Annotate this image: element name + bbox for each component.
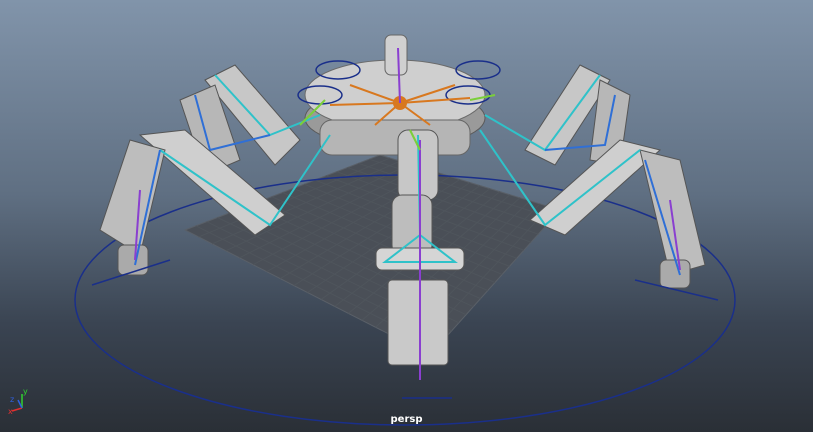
viewport-scene[interactable]: y x z	[0, 0, 813, 432]
maya-viewport[interactable]: y x z persp	[0, 0, 813, 432]
axis-label-z: z	[10, 395, 14, 404]
camera-label: persp	[390, 414, 423, 425]
axis-label-y: y	[23, 387, 28, 396]
view-axis-indicator: y x z	[8, 387, 28, 416]
